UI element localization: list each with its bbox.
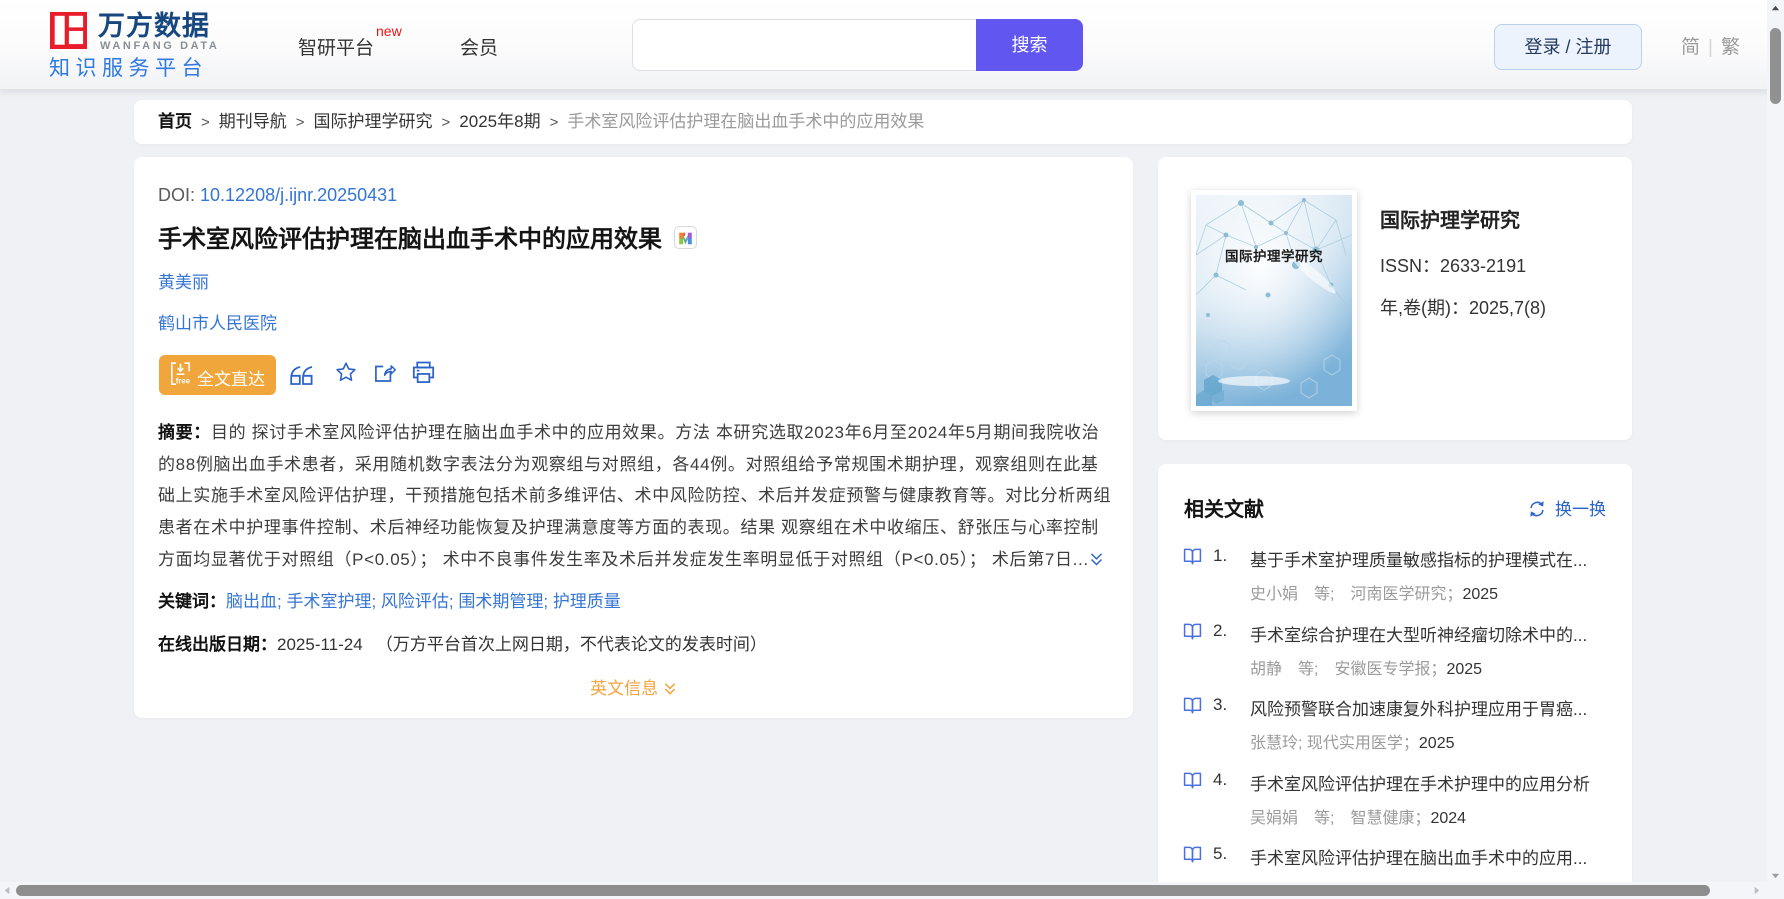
- svg-text:国际护理学研究: 国际护理学研究: [1225, 248, 1323, 264]
- svg-text:free: free: [176, 376, 191, 385]
